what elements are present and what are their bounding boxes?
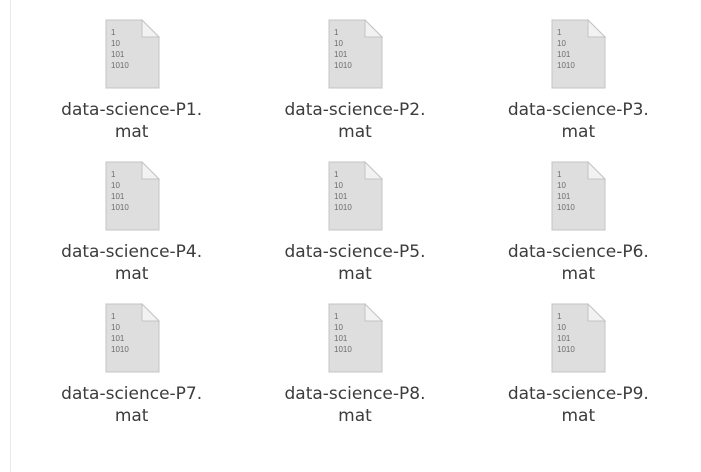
svg-text:101: 101 xyxy=(334,334,348,343)
svg-text:10: 10 xyxy=(557,323,566,332)
svg-text:1: 1 xyxy=(334,312,339,321)
file-item-4[interactable]: 1 10 101 1010 data-science-P4. mat xyxy=(20,156,243,298)
svg-text:101: 101 xyxy=(334,192,348,201)
file-extension: mat xyxy=(338,406,372,426)
binary-file-icon: 1 10 101 1010 xyxy=(105,19,160,89)
svg-text:1: 1 xyxy=(111,170,116,179)
svg-text:101: 101 xyxy=(334,50,348,59)
file-extension: mat xyxy=(114,264,149,284)
svg-text:101: 101 xyxy=(111,50,125,59)
svg-text:101: 101 xyxy=(557,50,571,59)
file-name: data-science-P4. xyxy=(61,242,203,262)
svg-text:1: 1 xyxy=(557,170,562,179)
svg-text:1010: 1010 xyxy=(111,345,129,354)
binary-file-icon: 1 10 101 1010 xyxy=(328,303,383,373)
file-name: data-science-P5. xyxy=(284,242,426,262)
svg-text:1010: 1010 xyxy=(557,345,575,354)
file-name: data-science-P9. xyxy=(507,384,649,404)
svg-text:1010: 1010 xyxy=(334,61,352,70)
svg-text:101: 101 xyxy=(557,192,571,201)
view-left-border xyxy=(10,0,11,472)
binary-file-icon: 1 10 101 1010 xyxy=(551,161,607,231)
file-item-9[interactable]: 1 10 101 1010 data-science-P9. mat xyxy=(467,298,690,440)
svg-text:1: 1 xyxy=(334,28,339,37)
file-name: data-science-P8. xyxy=(284,384,426,404)
svg-text:10: 10 xyxy=(111,181,120,190)
file-name: data-science-P6. xyxy=(507,242,649,262)
svg-text:10: 10 xyxy=(111,39,120,48)
file-extension: mat xyxy=(338,122,372,142)
svg-text:10: 10 xyxy=(557,39,566,48)
file-name: data-science-P7. xyxy=(61,384,203,404)
file-item-2[interactable]: 1 10 101 1010 data-science-P2. mat xyxy=(243,14,466,156)
svg-text:1010: 1010 xyxy=(557,203,575,212)
file-extension: mat xyxy=(114,122,149,142)
file-item-3[interactable]: 1 10 101 1010 data-science-P3. mat xyxy=(467,14,690,156)
file-extension: mat xyxy=(561,264,596,284)
binary-file-icon: 1 10 101 1010 xyxy=(551,19,607,89)
svg-text:1: 1 xyxy=(557,28,562,37)
svg-text:1010: 1010 xyxy=(334,345,352,354)
svg-text:10: 10 xyxy=(111,323,120,332)
file-extension: mat xyxy=(561,406,596,426)
svg-text:101: 101 xyxy=(111,192,125,201)
file-grid: 1 10 101 1010 data-science-P1. mat 1 10 … xyxy=(20,14,690,454)
binary-file-icon: 1 10 101 1010 xyxy=(328,161,383,231)
file-item-7[interactable]: 1 10 101 1010 data-science-P7. mat xyxy=(20,298,243,440)
binary-file-icon: 1 10 101 1010 xyxy=(328,19,383,89)
file-extension: mat xyxy=(114,406,149,426)
svg-text:10: 10 xyxy=(557,181,566,190)
svg-text:101: 101 xyxy=(111,334,125,343)
binary-file-icon: 1 10 101 1010 xyxy=(551,303,607,373)
file-name: data-science-P3. xyxy=(507,100,649,120)
file-name: data-science-P2. xyxy=(284,100,426,120)
file-name: data-science-P1. xyxy=(61,100,203,120)
svg-text:10: 10 xyxy=(334,181,343,190)
file-item-6[interactable]: 1 10 101 1010 data-science-P6. mat xyxy=(467,156,690,298)
svg-text:1: 1 xyxy=(334,170,339,179)
svg-text:1010: 1010 xyxy=(111,61,129,70)
svg-text:1: 1 xyxy=(557,312,562,321)
binary-file-icon: 1 10 101 1010 xyxy=(105,161,160,231)
svg-text:1010: 1010 xyxy=(111,203,129,212)
svg-text:101: 101 xyxy=(557,334,571,343)
svg-text:1: 1 xyxy=(111,312,116,321)
file-extension: mat xyxy=(338,264,372,284)
binary-file-icon: 1 10 101 1010 xyxy=(105,303,160,373)
svg-text:1010: 1010 xyxy=(557,61,575,70)
file-item-8[interactable]: 1 10 101 1010 data-science-P8. mat xyxy=(243,298,466,440)
file-item-5[interactable]: 1 10 101 1010 data-science-P5. mat xyxy=(243,156,466,298)
file-extension: mat xyxy=(561,122,596,142)
svg-text:10: 10 xyxy=(334,323,343,332)
svg-text:1: 1 xyxy=(111,28,116,37)
svg-text:1010: 1010 xyxy=(334,203,352,212)
file-item-1[interactable]: 1 10 101 1010 data-science-P1. mat xyxy=(20,14,243,156)
svg-text:10: 10 xyxy=(334,39,343,48)
